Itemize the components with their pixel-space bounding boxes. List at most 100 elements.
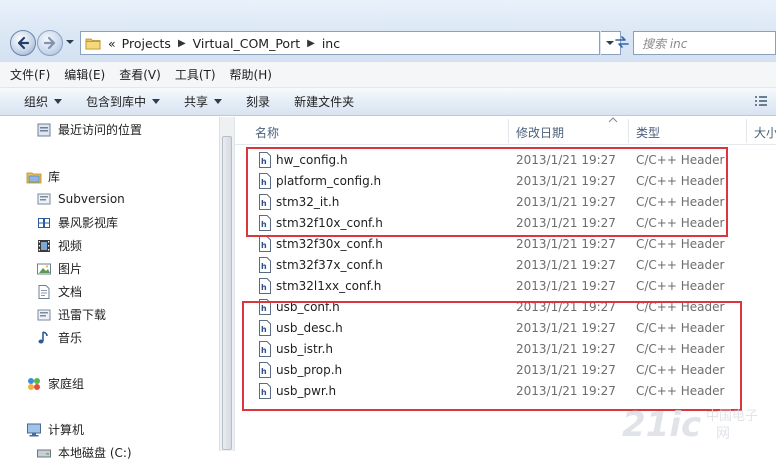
breadcrumb-separator-icon[interactable]: ▶ [303, 38, 319, 49]
include-in-library-label: 包含到库中 [86, 95, 147, 109]
folder-icon [85, 38, 101, 50]
new-folder-button[interactable]: 新建文件夹 [294, 93, 354, 110]
menu-bar: 文件(F) 编辑(E) 查看(V) 工具(T) 帮助(H) [0, 62, 776, 88]
nav-label: 暴风影视库 [58, 216, 119, 230]
nav-label: 音乐 [58, 331, 83, 345]
recent-pages-dropdown-icon[interactable] [64, 36, 76, 48]
breadcrumb-virtual-com-port[interactable]: Virtual_COM_Port [190, 36, 303, 51]
library-icon [37, 193, 51, 205]
nav-label: 迅雷下载 [58, 308, 107, 322]
breadcrumb-inc[interactable]: inc [319, 36, 343, 51]
recent-places-icon [37, 123, 51, 136]
share-label: 共享 [184, 95, 209, 109]
menu-view[interactable]: 查看(V) [119, 66, 161, 83]
column-header-row: 名称 修改日期 类型 大小 [235, 117, 776, 145]
file-name: stm32f30x_conf.h [276, 237, 383, 251]
menu-help[interactable]: 帮助(H) [230, 66, 272, 83]
nav-library-videos[interactable]: 视频 [36, 237, 82, 254]
column-size[interactable]: 大小 [754, 124, 776, 141]
sort-ascending-icon [608, 117, 618, 123]
address-field[interactable]: « Projects ▶ Virtual_COM_Port ▶ inc [80, 31, 600, 55]
menu-tools[interactable]: 工具(T) [175, 66, 216, 83]
file-modified-date: 2013/1/21 19:27 [516, 279, 616, 293]
column-divider[interactable] [628, 119, 629, 143]
back-button[interactable] [10, 30, 36, 56]
column-divider[interactable] [508, 119, 509, 143]
chevron-down-icon [152, 98, 161, 104]
file-row[interactable]: h stm32f30x_conf.h 2013/1/21 19:27 C/C++ He… [248, 234, 776, 255]
nav-label: 库 [48, 170, 61, 184]
nav-library-documents[interactable]: 文档 [36, 283, 82, 300]
chevron-down-icon [214, 98, 223, 104]
column-type[interactable]: 类型 [636, 124, 660, 141]
file-row[interactable]: h stm32f37x_conf.h 2013/1/21 19:27 C/C++ He… [248, 255, 776, 276]
include-in-library-button[interactable]: 包含到库中 [86, 93, 161, 110]
organize-label: 组织 [24, 95, 49, 109]
nav-library-xunlei[interactable]: 迅雷下载 [36, 306, 106, 323]
back-arrow-icon [17, 36, 30, 50]
menu-edit[interactable]: 编辑(E) [64, 66, 105, 83]
nav-label: 家庭组 [48, 377, 85, 391]
refresh-icon [615, 36, 629, 48]
libraries-icon [26, 172, 42, 183]
nav-label: 文档 [58, 285, 83, 299]
nav-library-baofeng[interactable]: 暴风影视库 [36, 214, 118, 231]
nav-label: 视频 [58, 239, 83, 253]
breadcrumb-separator-icon[interactable]: ▶ [174, 38, 190, 49]
highlight-box-config-files [246, 147, 728, 237]
computer-icon [27, 423, 41, 436]
svg-text:h: h [261, 241, 267, 250]
file-type: C/C++ Header [636, 237, 725, 251]
nav-homegroup[interactable]: 家庭组 [26, 375, 84, 392]
document-icon [38, 284, 50, 299]
burn-button[interactable]: 刻录 [246, 93, 270, 110]
file-name: stm32l1xx_conf.h [276, 279, 382, 293]
picture-icon [37, 263, 51, 274]
homegroup-icon [28, 377, 40, 390]
nav-label: 最近访问的位置 [58, 123, 143, 137]
forward-arrow-icon [43, 36, 56, 50]
file-modified-date: 2013/1/21 19:27 [516, 258, 616, 272]
file-modified-date: 2013/1/21 19:27 [516, 237, 616, 251]
nav-library-music[interactable]: 音乐 [36, 329, 82, 346]
film-icon [38, 239, 50, 252]
nav-recent-places[interactable]: 最近访问的位置 [36, 121, 142, 138]
search-placeholder: 搜索 inc [642, 36, 688, 51]
breadcrumb-overflow[interactable]: « [105, 36, 119, 51]
refresh-button[interactable] [612, 31, 632, 55]
highlight-box-usb-files [242, 301, 742, 411]
navigation-pane: 最近访问的位置 库 Subversion 暴风影视库 视频 图片 文档 迅雷下载… [0, 117, 234, 460]
header-file-icon: h [259, 278, 271, 294]
nav-computer[interactable]: 计算机 [26, 421, 84, 438]
nav-local-disk-c[interactable]: 本地磁盘 (C:) [36, 444, 132, 461]
column-name[interactable]: 名称 [255, 124, 279, 141]
command-toolbar: 组织 包含到库中 共享 刻录 新建文件夹 [0, 88, 776, 116]
share-button[interactable]: 共享 [184, 93, 223, 110]
svg-text:h: h [261, 262, 267, 271]
organize-button[interactable]: 组织 [24, 93, 63, 110]
nav-libraries[interactable]: 库 [26, 168, 60, 185]
column-divider[interactable] [746, 119, 747, 143]
header-file-icon: h [259, 257, 271, 273]
video-library-icon [38, 217, 50, 228]
nav-label: Subversion [58, 192, 125, 206]
view-options-icon[interactable] [754, 94, 768, 108]
column-modified[interactable]: 修改日期 [516, 124, 564, 141]
nav-library-subversion[interactable]: Subversion [36, 191, 125, 207]
nav-label: 图片 [58, 262, 83, 276]
search-input[interactable]: 搜索 inc [633, 31, 776, 55]
nav-library-pictures[interactable]: 图片 [36, 260, 82, 277]
svg-text:h: h [261, 283, 267, 292]
menu-file[interactable]: 文件(F) [10, 66, 50, 83]
file-type: C/C++ Header [636, 279, 725, 293]
forward-button[interactable] [37, 30, 63, 56]
download-library-icon [37, 309, 51, 320]
file-row[interactable]: h stm32l1xx_conf.h 2013/1/21 19:27 C/C++ He… [248, 276, 776, 297]
address-bar-strip: « Projects ▶ Virtual_COM_Port ▶ inc 搜索 i… [0, 0, 776, 62]
file-type: C/C++ Header [636, 258, 725, 272]
file-name: stm32f37x_conf.h [276, 258, 383, 272]
header-file-icon: h [259, 236, 271, 252]
nav-scrollbar-thumb[interactable] [222, 136, 232, 450]
chevron-down-icon [54, 98, 63, 104]
breadcrumb-projects[interactable]: Projects [119, 36, 174, 51]
